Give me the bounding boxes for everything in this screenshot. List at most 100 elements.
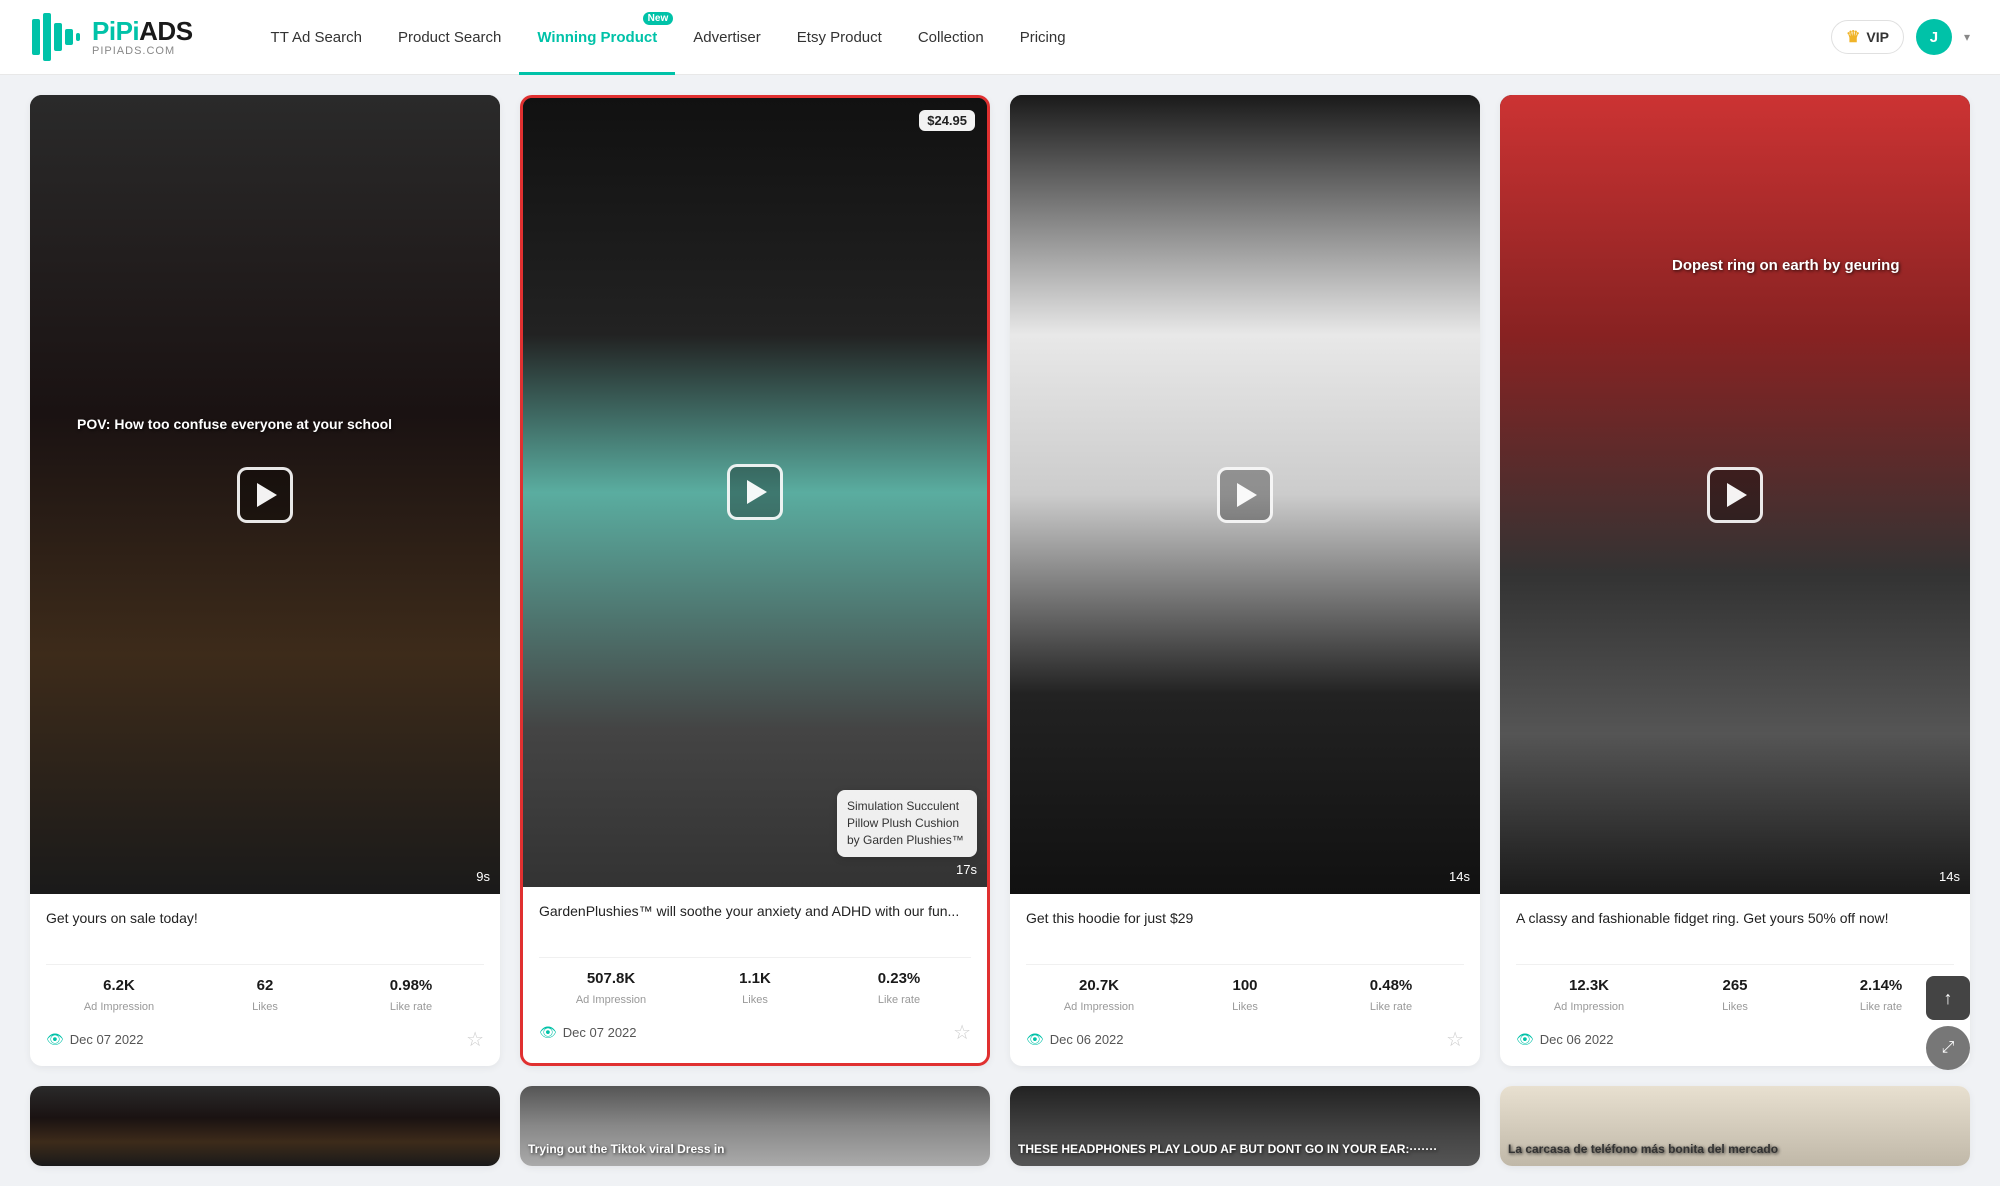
play-button-1[interactable] (237, 467, 293, 523)
stat-likes-lbl-2: Likes (742, 994, 768, 1006)
stat-impression-lbl-2: Ad Impression (576, 994, 646, 1006)
bottom-text-3: THESE HEADPHONES PLAY LOUD AF BUT DONT G… (1018, 1142, 1437, 1158)
ad-card-1[interactable]: POV: How too confuse everyone at your sc… (30, 95, 500, 1066)
date-row-2: 👁 Dec 07 2022 (539, 1024, 637, 1041)
duration-1: 9s (476, 869, 490, 884)
stat-likes-4: 265 Likes (1662, 977, 1808, 1015)
duration-2: 17s (956, 862, 977, 877)
main-nav: TT Ad Search Product Search Winning Prod… (253, 0, 1832, 75)
bottom-card-4[interactable]: La carcasa de teléfono más bonita del me… (1500, 1086, 1970, 1166)
nav-pricing[interactable]: Pricing (1002, 0, 1084, 75)
play-button-4[interactable] (1707, 467, 1763, 523)
card-body-2: GardenPlushies™ will soothe your anxiety… (523, 887, 987, 1008)
stats-row-3: 20.7K Ad Impression 100 Likes 0.48% Like… (1026, 964, 1464, 1015)
play-icon-4 (1727, 483, 1747, 507)
logo-icon (30, 11, 82, 63)
logo: PiPiADS PIPIADS.COM (30, 11, 193, 63)
eye-icon-2: 👁 (539, 1024, 557, 1041)
card-body-1: Get yours on sale today! 6.2K Ad Impress… (30, 894, 500, 1015)
stat-likes-val-1: 62 (192, 977, 338, 994)
bottom-card-2[interactable]: Trying out the Tiktok viral Dress in (520, 1086, 990, 1166)
price-tag-2: $24.95 (919, 110, 975, 131)
card-grid: POV: How too confuse everyone at your sc… (30, 95, 1970, 1066)
eye-icon-3: 👁 (1026, 1031, 1044, 1048)
bottom-card-3[interactable]: THESE HEADPHONES PLAY LOUD AF BUT DONT G… (1010, 1086, 1480, 1166)
duration-3: 14s (1449, 869, 1470, 884)
overlay-text-4: Dopest ring on earth by geuring (1672, 255, 1900, 276)
play-button-3[interactable] (1217, 467, 1273, 523)
stat-likes-1: 62 Likes (192, 977, 338, 1015)
logo-sub: PIPIADS.COM (92, 45, 193, 57)
stat-likerate-1: 0.98% Like rate (338, 977, 484, 1015)
header-right: ♛ VIP J ▾ (1831, 19, 1970, 55)
card-footer-3: 👁 Dec 06 2022 ☆ (1010, 1015, 1480, 1066)
scroll-up-button[interactable]: ↑ (1926, 976, 1970, 1020)
overlay-text-1: POV: How too confuse everyone at your sc… (77, 415, 392, 435)
stat-likes-val-2: 1.1K (683, 970, 827, 987)
date-4: Dec 06 2022 (1540, 1032, 1614, 1047)
stat-likerate-2: 0.23% Like rate (827, 970, 971, 1008)
product-tooltip-2: Simulation Succulent Pillow Plush Cushio… (837, 790, 977, 856)
duration-4: 14s (1939, 869, 1960, 884)
stat-impression-3: 20.7K Ad Impression (1026, 977, 1172, 1015)
play-button-2[interactable] (727, 464, 783, 520)
bottom-text-2: Trying out the Tiktok viral Dress in (528, 1142, 725, 1158)
stat-impression-val-4: 12.3K (1516, 977, 1662, 994)
nav-advertiser[interactable]: Advertiser (675, 0, 779, 75)
ad-card-3[interactable]: 14s Get this hoodie for just $29 20.7K A… (1010, 95, 1480, 1066)
stat-impression-1: 6.2K Ad Impression (46, 977, 192, 1015)
stat-likerate-lbl-4: Like rate (1860, 1001, 1902, 1013)
date-2: Dec 07 2022 (563, 1025, 637, 1040)
ad-card-4[interactable]: Dopest ring on earth by geuring 14s A cl… (1500, 95, 1970, 1066)
nav-tt-ad-search[interactable]: TT Ad Search (253, 0, 380, 75)
date-1: Dec 07 2022 (70, 1032, 144, 1047)
card-title-1: Get yours on sale today! (46, 908, 484, 950)
nav-collection[interactable]: Collection (900, 0, 1002, 75)
stat-likerate-lbl-2: Like rate (878, 994, 920, 1006)
card-title-4: A classy and fashionable fidget ring. Ge… (1516, 908, 1954, 950)
vip-button[interactable]: ♛ VIP (1831, 20, 1904, 54)
stat-likerate-val-1: 0.98% (338, 977, 484, 994)
stat-likes-val-3: 100 (1172, 977, 1318, 994)
nav-etsy-product[interactable]: Etsy Product (779, 0, 900, 75)
stat-impression-val-3: 20.7K (1026, 977, 1172, 994)
play-icon-3 (1237, 483, 1257, 507)
card-thumb-1: POV: How too confuse everyone at your sc… (30, 95, 500, 894)
main-content: POV: How too confuse everyone at your sc… (0, 75, 2000, 1186)
stat-likes-val-4: 265 (1662, 977, 1808, 994)
card-thumb-4: Dopest ring on earth by geuring 14s (1500, 95, 1970, 894)
stat-impression-val-1: 6.2K (46, 977, 192, 994)
stat-likerate-lbl-1: Like rate (390, 1001, 432, 1013)
stat-impression-val-2: 507.8K (539, 970, 683, 987)
star-icon-3[interactable]: ☆ (1446, 1027, 1464, 1052)
ad-card-2[interactable]: $24.95 Simulation Succulent Pillow Plush… (520, 95, 990, 1066)
bottom-text-4: La carcasa de teléfono más bonita del me… (1508, 1142, 1778, 1158)
stats-row-2: 507.8K Ad Impression 1.1K Likes 0.23% Li… (539, 957, 971, 1008)
star-icon-2[interactable]: ☆ (953, 1020, 971, 1045)
card-footer-2: 👁 Dec 07 2022 ☆ (523, 1008, 987, 1059)
card-footer-4: 👁 Dec 06 2022 ☆ (1500, 1015, 1970, 1066)
stat-impression-4: 12.3K Ad Impression (1516, 977, 1662, 1015)
bottom-card-1[interactable] (30, 1086, 500, 1166)
stat-likes-lbl-1: Likes (252, 1001, 278, 1013)
star-icon-1[interactable]: ☆ (466, 1027, 484, 1052)
expand-button[interactable]: ⤢ (1926, 1026, 1970, 1070)
bottom-card-row: Trying out the Tiktok viral Dress in THE… (30, 1086, 1970, 1166)
card-title-3: Get this hoodie for just $29 (1026, 908, 1464, 950)
play-icon-1 (257, 483, 277, 507)
date-3: Dec 06 2022 (1050, 1032, 1124, 1047)
card-thumb-3: 14s (1010, 95, 1480, 894)
eye-icon-1: 👁 (46, 1031, 64, 1048)
nav-winning-product[interactable]: Winning Product New (519, 0, 675, 75)
avatar[interactable]: J (1916, 19, 1952, 55)
expand-icon: ⤢ (1942, 1039, 1955, 1057)
header: PiPiADS PIPIADS.COM TT Ad Search Product… (0, 0, 2000, 75)
chevron-down-icon[interactable]: ▾ (1964, 30, 1970, 44)
nav-product-search[interactable]: Product Search (380, 0, 519, 75)
stat-likerate-val-3: 0.48% (1318, 977, 1464, 994)
stat-impression-lbl-3: Ad Impression (1064, 1001, 1134, 1013)
crown-icon: ♛ (1846, 27, 1860, 47)
card-title-2: GardenPlushies™ will soothe your anxiety… (539, 901, 971, 943)
stat-likerate-3: 0.48% Like rate (1318, 977, 1464, 1015)
stat-likes-lbl-4: Likes (1722, 1001, 1748, 1013)
